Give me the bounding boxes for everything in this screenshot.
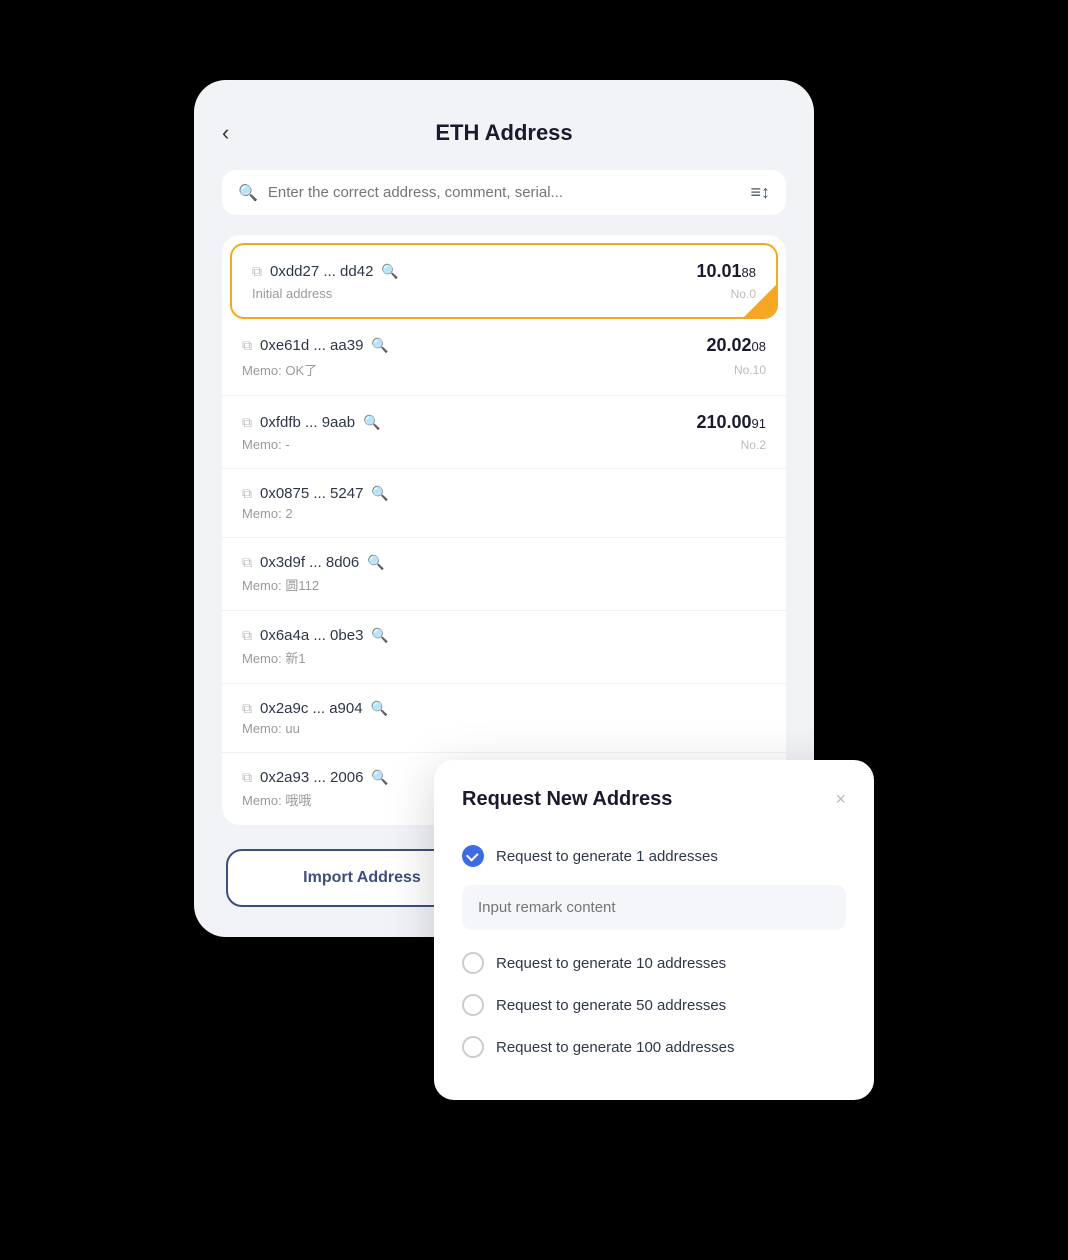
- address-item-4[interactable]: ⧉ 0x3d9f ... 8d06 🔍 Memo: 圆112: [222, 538, 786, 611]
- address-text-3: 0x0875 ... 5247: [260, 485, 363, 502]
- address-text-0: 0xdd27 ... dd42: [270, 263, 373, 280]
- address-item-2[interactable]: ⧉ 0xfdfb ... 9aab 🔍 210.0091 Memo: - No.…: [222, 396, 786, 469]
- back-button[interactable]: ‹: [222, 120, 229, 146]
- search-addr-icon-6[interactable]: 🔍: [371, 700, 388, 717]
- memo-0: Initial address: [252, 286, 332, 301]
- memo-2: Memo: -: [242, 437, 290, 452]
- modal-header: Request New Address ×: [462, 788, 846, 811]
- memo-6: Memo: uu: [242, 721, 300, 736]
- no-1: No.10: [734, 363, 766, 377]
- search-addr-icon-7[interactable]: 🔍: [371, 769, 388, 786]
- page-title: ETH Address: [435, 120, 572, 146]
- memo-3: Memo: 2: [242, 506, 293, 521]
- search-input[interactable]: [268, 184, 741, 201]
- address-item-5[interactable]: ⧉ 0x6a4a ... 0be3 🔍 Memo: 新1: [222, 611, 786, 684]
- copy-icon-6[interactable]: ⧉: [242, 700, 252, 717]
- copy-icon-2[interactable]: ⧉: [242, 414, 252, 431]
- address-item-6[interactable]: ⧉ 0x2a9c ... a904 🔍 Memo: uu: [222, 684, 786, 753]
- search-addr-icon-3[interactable]: 🔍: [371, 485, 388, 502]
- option-row-3[interactable]: Request to generate 100 addresses: [462, 1026, 846, 1068]
- search-addr-icon-4[interactable]: 🔍: [367, 554, 384, 571]
- amount-1: 20.0208: [706, 335, 766, 356]
- header: ‹ ETH Address: [222, 120, 786, 146]
- modal-title: Request New Address: [462, 788, 672, 811]
- address-list: ⧉ 0xdd27 ... dd42 🔍 10.0188 Initial addr…: [222, 235, 786, 825]
- search-icon: 🔍: [238, 183, 258, 203]
- remark-input[interactable]: [462, 885, 846, 930]
- no-2: No.2: [741, 438, 766, 452]
- radio-checked-0[interactable]: [462, 845, 484, 867]
- search-addr-icon-0[interactable]: 🔍: [381, 263, 398, 280]
- option-row-0[interactable]: Request to generate 1 addresses: [462, 835, 846, 877]
- search-addr-icon-5[interactable]: 🔍: [371, 627, 388, 644]
- memo-4: Memo: 圆112: [242, 575, 319, 594]
- search-bar: 🔍 ≡↕: [222, 170, 786, 215]
- request-new-address-modal: Request New Address × Request to generat…: [434, 760, 874, 1100]
- radio-unchecked-2[interactable]: [462, 994, 484, 1016]
- address-text-2: 0xfdfb ... 9aab: [260, 414, 355, 431]
- address-item-3[interactable]: ⧉ 0x0875 ... 5247 🔍 Memo: 2: [222, 469, 786, 538]
- option-label-2: Request to generate 50 addresses: [496, 997, 726, 1014]
- option-row-1[interactable]: Request to generate 10 addresses: [462, 942, 846, 984]
- option-label-3: Request to generate 100 addresses: [496, 1039, 735, 1056]
- address-text-4: 0x3d9f ... 8d06: [260, 554, 359, 571]
- option-label-1: Request to generate 10 addresses: [496, 955, 726, 972]
- filter-icon[interactable]: ≡↕: [750, 182, 770, 203]
- amount-2: 210.0091: [696, 412, 766, 433]
- copy-icon-1[interactable]: ⧉: [242, 337, 252, 354]
- option-label-0: Request to generate 1 addresses: [496, 848, 718, 865]
- address-item-1[interactable]: ⧉ 0xe61d ... aa39 🔍 20.0208 Memo: OK了 No…: [222, 319, 786, 396]
- copy-icon-3[interactable]: ⧉: [242, 485, 252, 502]
- copy-icon-4[interactable]: ⧉: [242, 554, 252, 571]
- amount-0: 10.0188: [696, 261, 756, 282]
- modal-close-button[interactable]: ×: [835, 789, 846, 810]
- address-text-5: 0x6a4a ... 0be3: [260, 627, 363, 644]
- memo-7: Memo: 哦哦: [242, 790, 311, 809]
- active-badge-0: [744, 285, 776, 317]
- address-text-7: 0x2a93 ... 2006: [260, 769, 363, 786]
- address-text-1: 0xe61d ... aa39: [260, 337, 363, 354]
- copy-icon-0[interactable]: ⧉: [252, 263, 262, 280]
- copy-icon-7[interactable]: ⧉: [242, 769, 252, 786]
- memo-5: Memo: 新1: [242, 648, 306, 667]
- search-addr-icon-2[interactable]: 🔍: [363, 414, 380, 431]
- copy-icon-5[interactable]: ⧉: [242, 627, 252, 644]
- radio-unchecked-1[interactable]: [462, 952, 484, 974]
- address-item-0[interactable]: ⧉ 0xdd27 ... dd42 🔍 10.0188 Initial addr…: [230, 243, 778, 319]
- memo-1: Memo: OK了: [242, 360, 317, 379]
- option-row-2[interactable]: Request to generate 50 addresses: [462, 984, 846, 1026]
- address-text-6: 0x2a9c ... a904: [260, 700, 363, 717]
- radio-unchecked-3[interactable]: [462, 1036, 484, 1058]
- search-addr-icon-1[interactable]: 🔍: [371, 337, 388, 354]
